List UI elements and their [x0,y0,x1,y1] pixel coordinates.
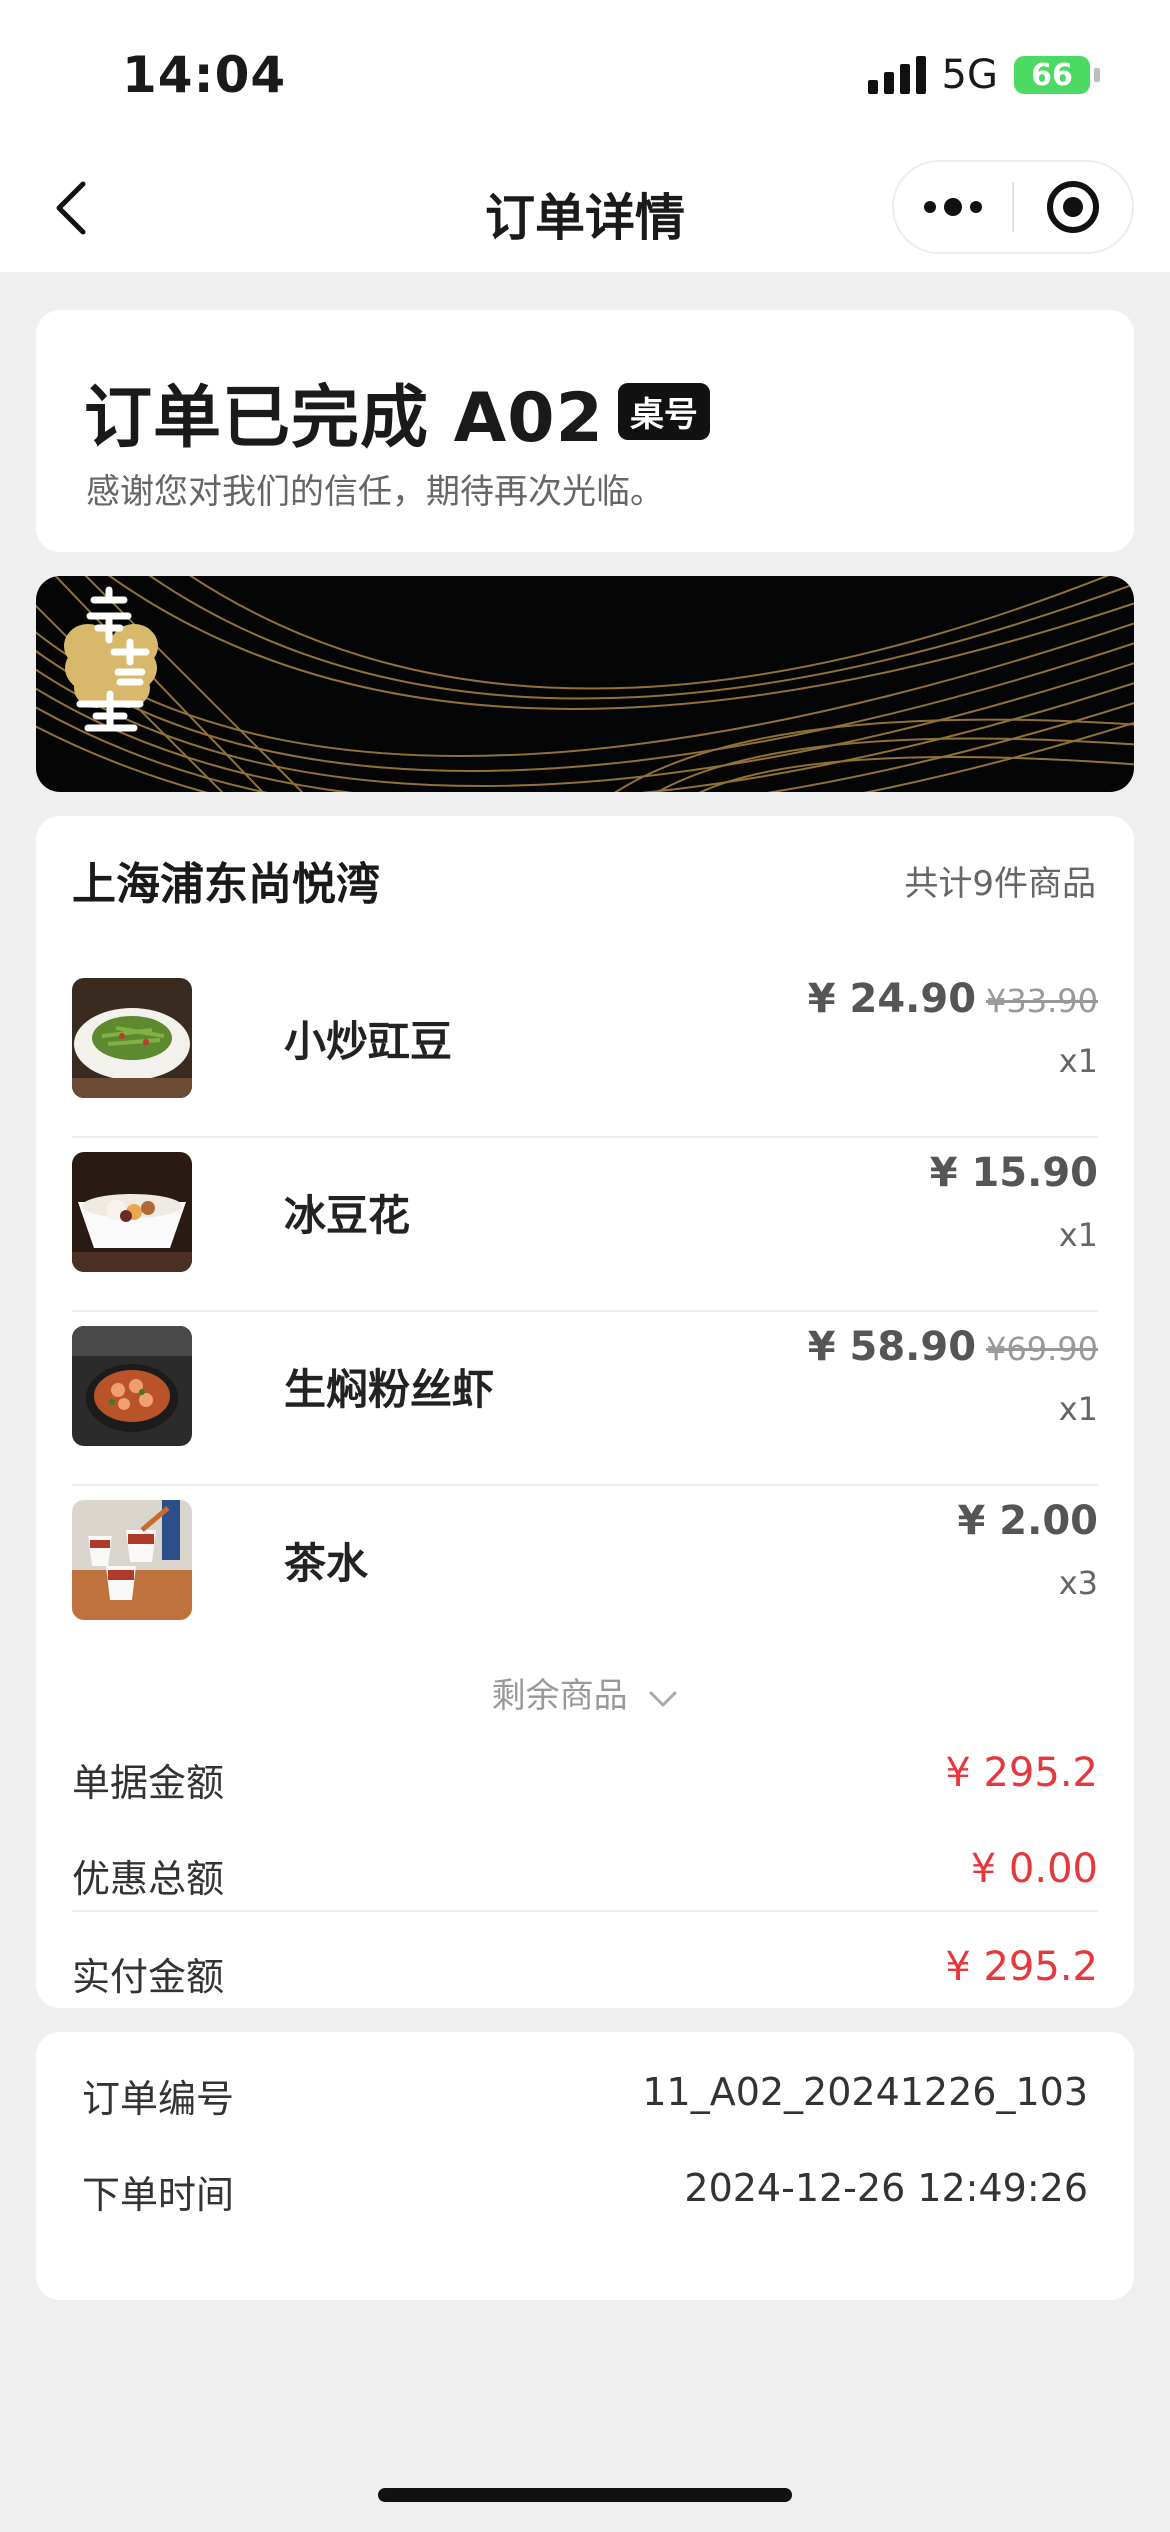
brand-banner [36,576,1134,792]
order-items-card: 上海浦东尚悦湾 共计9件商品 小炒豇豆 ¥ 24.90 ¥33.90 x1 冰豆… [36,816,1134,2008]
list-item[interactable]: 冰豆花 ¥ 15.90 x1 [72,1138,1098,1312]
more-button[interactable] [894,162,1012,252]
list-item[interactable]: 小炒豇豆 ¥ 24.90 ¥33.90 x1 [72,964,1098,1138]
item-image [72,978,192,1098]
item-original-price: ¥69.90 [986,1330,1098,1368]
order-info-card: 订单编号 11_A02_20241226_103 下单时间 2024-12-26… [36,2032,1134,2300]
order-time-row: 下单时间 2024-12-26 12:49:26 [82,2164,1088,2224]
discount-value: ¥ 0.00 [970,1846,1098,1892]
close-button[interactable] [1014,162,1132,252]
list-item[interactable]: 茶水 ¥ 2.00 x3 [72,1486,1098,1660]
item-quantity: x1 [1058,1216,1098,1254]
item-quantity: x1 [1058,1390,1098,1428]
order-time-label: 下单时间 [82,2173,235,2217]
signal-icon [867,56,926,94]
status-icons: 5G 66 [867,52,1100,98]
table-badge: 桌号 [617,383,710,440]
item-name: 小炒豇豆 [284,1017,453,1066]
bill-amount-value: ¥ 295.2 [945,1750,1098,1796]
paid-amount-label: 实付金额 [72,1955,225,1999]
order-time-value: 2024-12-26 12:49:26 [684,2166,1088,2210]
top-bar: 14:04 5G 66 订单详情 [0,0,1170,272]
status-time: 14:04 [122,46,287,104]
list-item[interactable]: 生焖粉丝虾 ¥ 58.90 ¥69.90 x1 [72,1312,1098,1486]
bill-amount-row: 单据金额 ¥ 295.2 [72,1736,1098,1816]
brand-logo [64,586,158,732]
banner-lines-pattern [36,576,1134,792]
discount-label: 优惠总额 [72,1857,225,1901]
mini-program-capsule [892,160,1134,254]
order-status-title: 订单已完成 A02 桌号 [84,362,710,461]
close-target-icon [1046,181,1099,233]
item-price-row: ¥ 2.00 [958,1498,1098,1544]
item-price: ¥ 58.90 [807,1324,977,1370]
bill-amount-label: 单据金额 [72,1761,225,1805]
item-image [72,1152,192,1272]
more-items-label: 剩余商品 [491,1676,628,1716]
network-type: 5G [941,52,998,98]
order-number-row: 订单编号 11_A02_20241226_103 [82,2068,1088,2128]
item-name: 生焖粉丝虾 [284,1365,495,1414]
chevron-down-icon [648,1678,678,1718]
item-image [72,1326,192,1446]
discount-row: 优惠总额 ¥ 0.00 [72,1832,1098,1912]
item-price: ¥ 15.90 [929,1150,1098,1196]
item-name: 茶水 [284,1539,369,1588]
paid-amount-value: ¥ 295.2 [945,1944,1098,1990]
more-dots-icon [924,198,982,216]
order-number-value[interactable]: 11_A02_20241226_103 [642,2070,1088,2114]
item-quantity: x1 [1058,1042,1098,1080]
item-count: 共计9件商品 [904,864,1096,904]
item-price: ¥ 24.90 [807,976,977,1022]
item-price-row: ¥ 15.90 [930,1150,1098,1196]
order-status-text: 订单已完成 A02 [84,379,604,458]
order-status-subtitle: 感谢您对我们的信任，期待再次光临。 [86,472,664,512]
battery-level: 66 [1031,57,1073,93]
item-price-row: ¥ 24.90 ¥33.90 [808,976,1098,1022]
item-price: ¥ 2.00 [957,1498,1098,1544]
battery-icon: 66 [1014,56,1100,94]
order-status-card: 订单已完成 A02 桌号 感谢您对我们的信任，期待再次光临。 [36,310,1134,552]
item-original-price: ¥33.90 [986,982,1098,1020]
order-number-label: 订单编号 [82,2077,235,2121]
page: 14:04 5G 66 订单详情 订单已完成 A02 桌号 感谢您对我们的信任，… [0,0,1170,2532]
home-indicator [378,2488,792,2502]
paid-amount-row: 实付金额 ¥ 295.2 [72,1930,1098,2010]
store-name: 上海浦东尚悦湾 [72,859,380,910]
item-image [72,1500,192,1620]
item-price-row: ¥ 58.90 ¥69.90 [808,1324,1098,1370]
more-items-toggle[interactable]: 剩余商品 [36,1668,1134,1718]
item-name: 冰豆花 [284,1191,411,1240]
item-quantity: x3 [1058,1564,1098,1602]
